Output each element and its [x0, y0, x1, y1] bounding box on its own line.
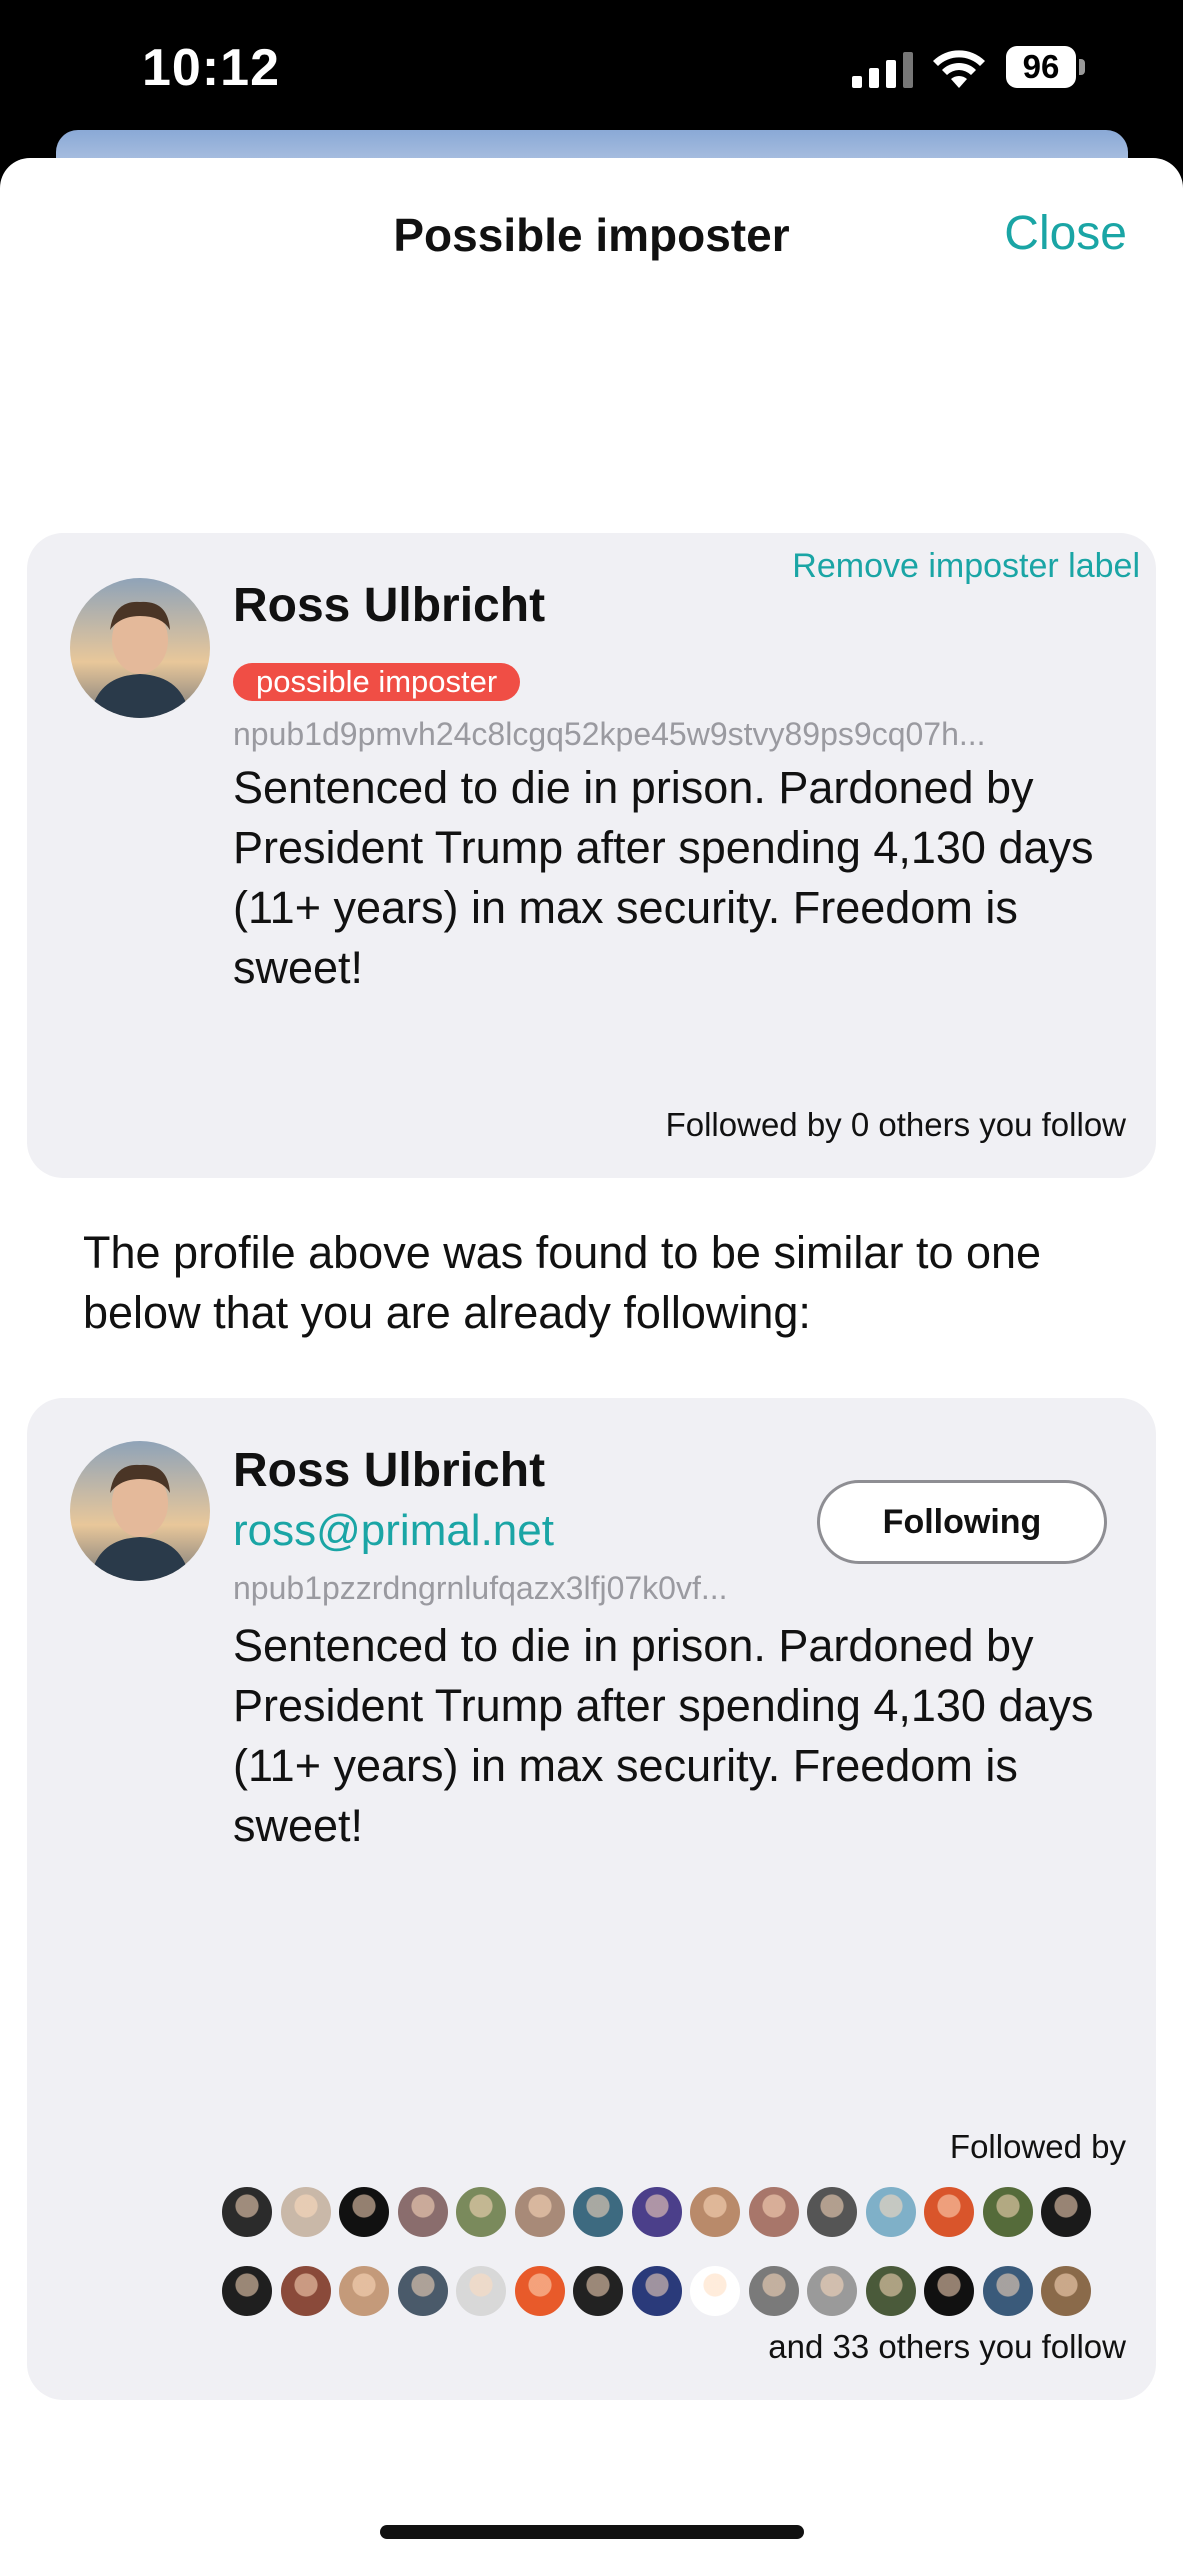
close-button[interactable]: Close — [1004, 206, 1127, 261]
status-time: 10:12 — [142, 39, 280, 97]
battery-level: 96 — [1006, 46, 1076, 88]
profile-about: Sentenced to die in prison. Pardoned by … — [233, 762, 1094, 993]
follower-avatar[interactable] — [395, 2185, 450, 2239]
follower-avatar[interactable] — [571, 2185, 625, 2239]
follower-avatar[interactable] — [688, 2264, 742, 2318]
battery-indicator: 96 — [1006, 46, 1086, 88]
avatar[interactable] — [70, 1441, 210, 1581]
follower-avatar[interactable] — [629, 2264, 684, 2318]
battery-tip — [1079, 59, 1085, 75]
follower-avatar[interactable] — [805, 2264, 859, 2318]
follower-avatar[interactable] — [1039, 2185, 1093, 2239]
status-bar: 10:12 96 — [0, 0, 1183, 150]
follower-avatar[interactable] — [278, 2185, 333, 2239]
similarity-explanation: The profile above was found to be simila… — [83, 1227, 1042, 1338]
followed-profile-card: Ross Ulbricht ross@primal.net Following … — [27, 1398, 1156, 2400]
follower-avatar[interactable] — [337, 2185, 391, 2239]
follower-avatar[interactable] — [571, 2264, 625, 2318]
follower-avatar[interactable] — [512, 2185, 567, 2239]
npub-key: npub1pzzrdngrnlufqazx3lfj07k0vf... — [233, 1570, 728, 1606]
follower-avatar[interactable] — [980, 2185, 1035, 2239]
nip05-address: ross@primal.net — [233, 1506, 554, 1555]
imposter-profile-card: Remove imposter label Ross Ulbricht poss… — [27, 533, 1156, 1178]
profile-name: Ross Ulbricht — [233, 579, 546, 632]
follower-avatar[interactable] — [220, 2185, 274, 2239]
follower-avatar[interactable] — [922, 2264, 976, 2318]
following-button[interactable]: Following — [817, 1480, 1107, 1564]
home-indicator — [380, 2525, 804, 2539]
follower-avatar[interactable] — [688, 2185, 742, 2239]
follower-avatar[interactable] — [746, 2264, 801, 2318]
follower-avatar[interactable] — [863, 2264, 918, 2318]
followed-by-count: Followed by 0 others you follow — [665, 1106, 1126, 1143]
imposter-sheet: Possible imposter Close Remove imposter … — [0, 158, 1183, 2560]
avatar[interactable] — [70, 578, 210, 718]
follower-avatar[interactable] — [1039, 2264, 1093, 2318]
wifi-icon — [933, 50, 985, 88]
profile-name: Ross Ulbricht — [233, 1444, 546, 1497]
follower-avatar[interactable] — [395, 2264, 450, 2318]
remove-imposter-label-button[interactable]: Remove imposter label — [792, 547, 1140, 586]
follower-avatar[interactable] — [454, 2264, 508, 2318]
follower-avatar[interactable] — [746, 2185, 801, 2239]
others-you-follow: and 33 others you follow — [768, 2328, 1126, 2365]
follower-avatar[interactable] — [805, 2185, 859, 2239]
possible-imposter-badge: possible imposter — [233, 663, 521, 701]
follower-avatar[interactable] — [863, 2185, 918, 2239]
follower-avatar[interactable] — [512, 2264, 567, 2318]
npub-key: npub1d9pmvh24c8lcgq52kpe45w9stvy89ps9cq0… — [233, 716, 986, 752]
followed-by-label: Followed by — [949, 2128, 1126, 2165]
cellular-signal-icon — [852, 52, 913, 88]
follower-avatar[interactable] — [980, 2264, 1035, 2318]
follower-avatar[interactable] — [629, 2185, 684, 2239]
follower-avatar[interactable] — [220, 2264, 274, 2318]
follower-avatar[interactable] — [337, 2264, 391, 2318]
follower-avatar[interactable] — [278, 2264, 333, 2318]
follower-avatar[interactable] — [922, 2185, 976, 2239]
profile-about: Sentenced to die in prison. Pardoned by … — [233, 1620, 1094, 1851]
follower-avatar[interactable] — [454, 2185, 508, 2239]
